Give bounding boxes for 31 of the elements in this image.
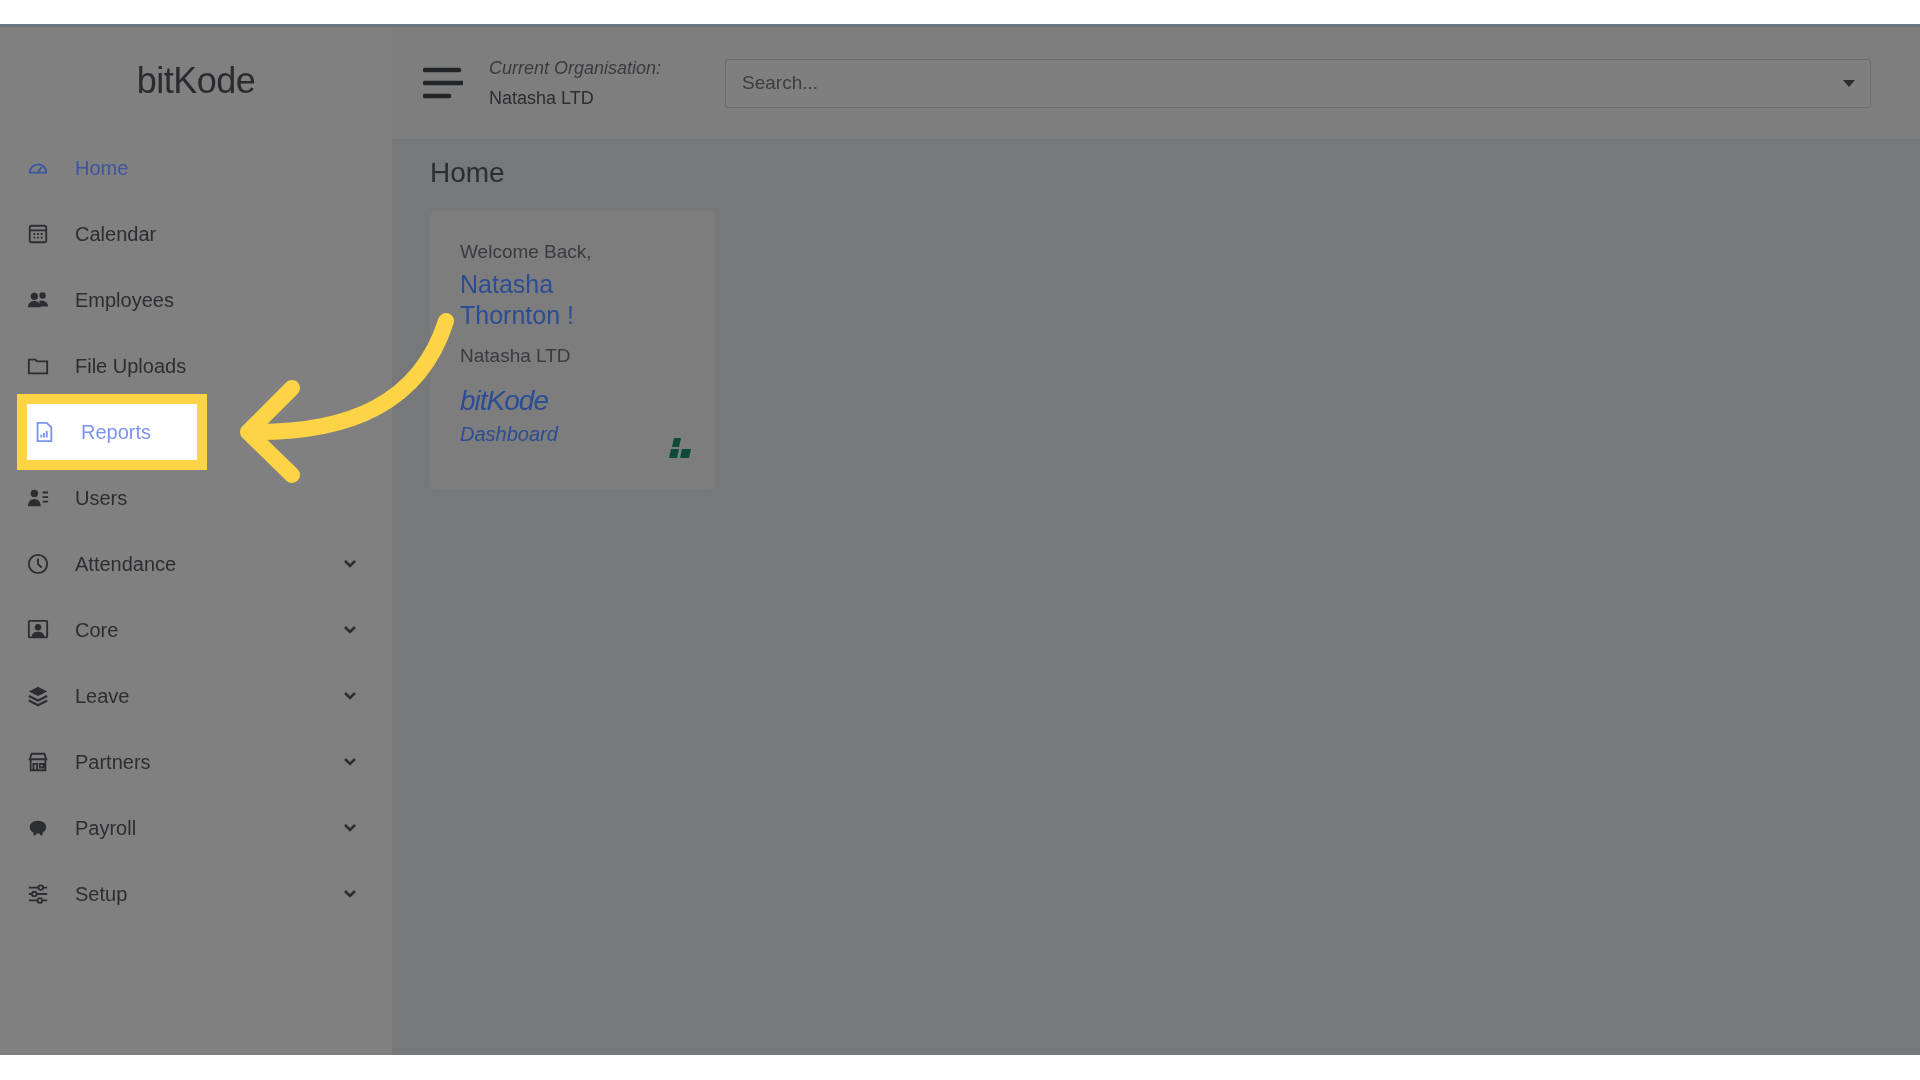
sliders-icon (27, 883, 49, 905)
blocks-icon (669, 438, 691, 458)
nav-item[interactable]: Attendance (17, 531, 357, 597)
portrait-icon (27, 619, 49, 641)
search-field[interactable]: Search... (725, 58, 1871, 108)
nav-item[interactable]: Core (17, 597, 357, 663)
shop-icon (27, 751, 49, 773)
nav-item[interactable]: Users (17, 465, 357, 531)
calendar-icon (27, 223, 49, 245)
nav-item[interactable]: Setup (17, 861, 357, 927)
organisation-label: Current Organisation: (489, 57, 663, 79)
layers-icon (27, 685, 49, 707)
dashboard-subtitle: Dashboard (460, 423, 558, 446)
caret-icon (1843, 79, 1855, 87)
bitkode-logo: bitKode (135, 59, 257, 103)
greeting-text: Welcome Back, (460, 241, 593, 263)
nav-item[interactable]: Home (17, 135, 357, 201)
clock-icon (27, 553, 49, 575)
nav-item[interactable]: Payroll (17, 795, 357, 861)
menu-icon[interactable] (423, 67, 463, 99)
nav-item[interactable]: Calendar (17, 201, 357, 267)
user-list-icon (27, 487, 49, 509)
organisation-name: Natasha LTD (460, 345, 572, 367)
nav-item[interactable]: Leave (17, 663, 357, 729)
nav-item[interactable]: Partners (17, 729, 357, 795)
nav-item[interactable]: Employees (17, 267, 357, 333)
nav-item[interactable]: File Uploads (17, 333, 357, 399)
brand-logo: bitKode (460, 385, 548, 417)
page-title: Home (430, 157, 506, 189)
organisation-name: Natasha LTD (489, 87, 595, 109)
user-name[interactable]: Natasha Thornton ! (460, 269, 620, 331)
